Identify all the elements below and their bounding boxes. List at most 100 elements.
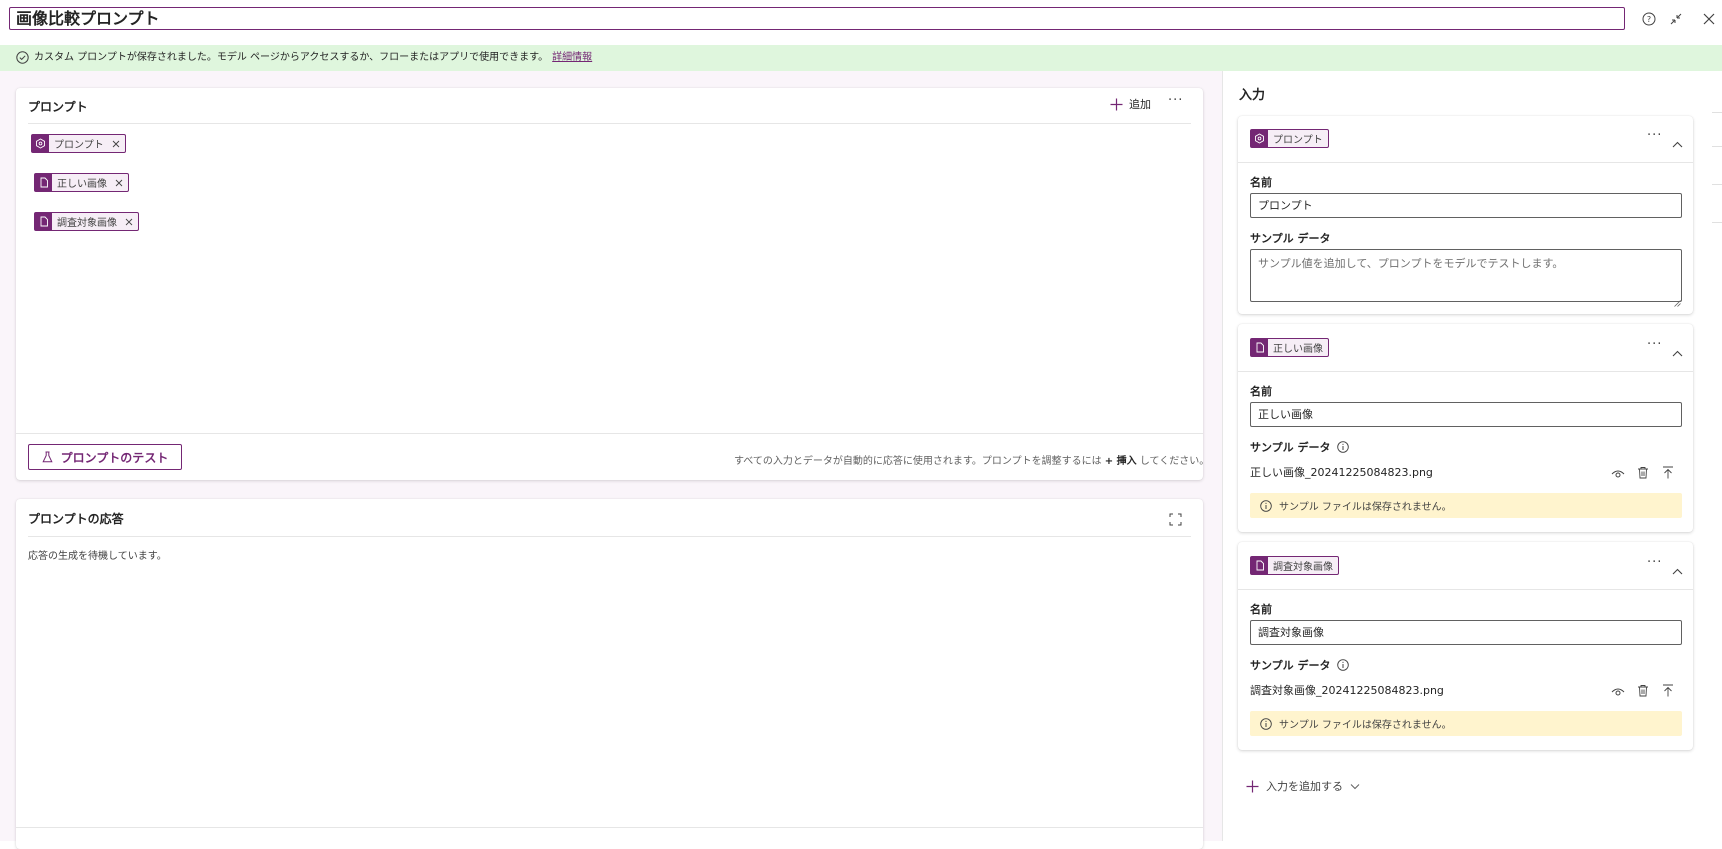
remove-chip-icon[interactable] [113,179,125,187]
success-banner: カスタム プロンプトが保存されました。モデル ページからアクセスするか、フローま… [0,45,1722,71]
more-options-icon[interactable]: ··· [1168,93,1183,108]
input-card-prompt: プロンプト ··· 名前 プロンプト サンプル データ サンプル値を追加して、プ… [1238,116,1693,314]
edge-divider [1712,112,1722,113]
upload-icon[interactable] [1662,464,1674,483]
sample-data-label-row: サンプル データ [1250,657,1349,673]
prompt-editor-card: プロンプト 追加 ··· プロンプト 正しい画像 調査対象画像 プロンプトのテス… [16,88,1209,480]
chip-label: 調査対象画像 [57,218,117,229]
upload-icon[interactable] [1662,682,1674,701]
card-divider [1238,589,1693,590]
eye-icon[interactable] [1611,465,1625,484]
correct-image-chip[interactable]: 正しい画像 [34,173,129,192]
add-button[interactable]: 追加 [1110,96,1151,112]
chip-label: 正しい画像 [57,179,107,190]
delete-icon[interactable] [1637,682,1649,701]
top-bar: 画像比較プロンプト ? [0,0,1722,40]
footer-note-end: してください。 [1139,456,1210,467]
sample-warning: サンプル ファイルは保存されません。 [1250,711,1682,736]
input-chip-target-image: 調査対象画像 [1250,556,1339,575]
sample-file-name: 正しい画像_20241225084823.png [1250,466,1433,479]
edge-divider [1712,222,1722,223]
arrows-collapse-icon[interactable] [1667,10,1685,28]
editor-divider [28,123,1191,124]
edge-divider [1712,146,1722,147]
prompt-chip[interactable]: プロンプト [31,134,126,153]
editor-footer-divider [16,433,1203,434]
prompt-icon [32,135,49,152]
input-chip-correct-image: 正しい画像 [1250,338,1329,357]
resize-handle-icon[interactable] [1674,292,1681,311]
chip-label: 正しい画像 [1273,344,1323,355]
svg-text:?: ? [1647,15,1651,24]
info-icon[interactable] [1336,441,1349,453]
chip-label: プロンプト [1273,135,1323,146]
info-icon[interactable] [1336,659,1349,671]
sample-warning: サンプル ファイルは保存されません。 [1250,493,1682,518]
chevron-down-icon [1350,783,1360,790]
input-card-correct-image: 正しい画像 ··· 名前 正しい画像 サンプル データ 正しい画像_202412… [1238,324,1693,532]
chevron-up-icon[interactable] [1672,133,1683,152]
close-icon[interactable] [1700,10,1718,28]
chip-label: プロンプト [54,140,104,151]
inputs-title: 入力 [1239,88,1266,103]
document-icon [35,213,52,230]
info-icon [1260,499,1272,512]
footer-note: すべての入力とデータが自動的に応答に使用されます。プロンプトを調整するには + … [734,452,1209,467]
sample-data-label-row: サンプル データ [1250,439,1349,455]
chevron-up-icon[interactable] [1672,560,1683,579]
test-prompt-label: プロンプトのテスト [60,450,169,465]
eye-icon[interactable] [1611,683,1625,702]
more-options-icon[interactable]: ··· [1647,128,1662,143]
banner-message: カスタム プロンプトが保存されました。モデル ページからアクセスするか、フローま… [34,52,549,63]
plus-icon [1246,780,1259,793]
add-input-button[interactable]: 入力を追加する [1246,778,1360,794]
response-footer-divider [16,827,1203,828]
sample-data-label: サンプル データ [1250,232,1331,245]
name-input[interactable]: 調査対象画像 [1250,620,1682,645]
name-label: 名前 [1250,385,1272,398]
prompt-title-input[interactable]: 画像比較プロンプト [9,7,1625,30]
response-title: プロンプトの応答 [28,512,124,526]
add-input-label: 入力を追加する [1266,780,1343,793]
name-input[interactable]: プロンプト [1250,193,1682,218]
plus-icon [1110,98,1123,111]
sample-warning-text: サンプル ファイルは保存されません。 [1279,502,1452,513]
learn-more-link[interactable]: 詳細情報 [552,52,592,63]
response-status: 応答の生成を待機しています。 [28,551,167,562]
remove-chip-icon[interactable] [110,140,122,148]
edge-divider [1712,184,1722,185]
target-image-chip[interactable]: 調査対象画像 [34,212,139,231]
sample-file-name: 調査対象画像_20241225084823.png [1250,684,1444,697]
footer-note-text: すべての入力とデータが自動的に応答に使用されます。プロンプトを調整するには [734,456,1102,467]
insert-link[interactable]: + 挿入 [1105,456,1137,467]
chevron-up-icon[interactable] [1672,342,1683,361]
help-circle-icon[interactable]: ? [1640,10,1658,28]
sample-data-textarea[interactable]: サンプル値を追加して、プロンプトをモデルでテストします。 [1250,249,1682,302]
input-card-target-image: 調査対象画像 ··· 名前 調査対象画像 サンプル データ 調査対象画像_202… [1238,542,1693,750]
test-prompt-button[interactable]: プロンプトのテスト [28,444,182,470]
sample-data-label: サンプル データ [1250,441,1331,454]
more-options-icon[interactable]: ··· [1647,337,1662,352]
card-divider [1238,371,1693,372]
chip-label: 調査対象画像 [1273,562,1333,573]
sample-warning-text: サンプル ファイルは保存されません。 [1279,720,1452,731]
document-icon [1251,339,1268,356]
card-divider [1238,162,1693,163]
beaker-icon [42,451,53,463]
prompt-editor-title: プロンプト [28,100,88,114]
input-chip-prompt: プロンプト [1250,129,1329,148]
checkmark-circle-icon [16,51,29,64]
document-icon [1251,557,1268,574]
expand-icon[interactable] [1169,511,1182,530]
response-divider [28,536,1191,537]
name-label: 名前 [1250,603,1272,616]
info-icon [1260,717,1272,730]
document-icon [35,174,52,191]
name-label: 名前 [1250,176,1272,189]
add-button-label: 追加 [1129,98,1151,111]
remove-chip-icon[interactable] [123,218,135,226]
prompt-icon [1251,130,1268,147]
name-input[interactable]: 正しい画像 [1250,402,1682,427]
more-options-icon[interactable]: ··· [1647,555,1662,570]
delete-icon[interactable] [1637,464,1649,483]
